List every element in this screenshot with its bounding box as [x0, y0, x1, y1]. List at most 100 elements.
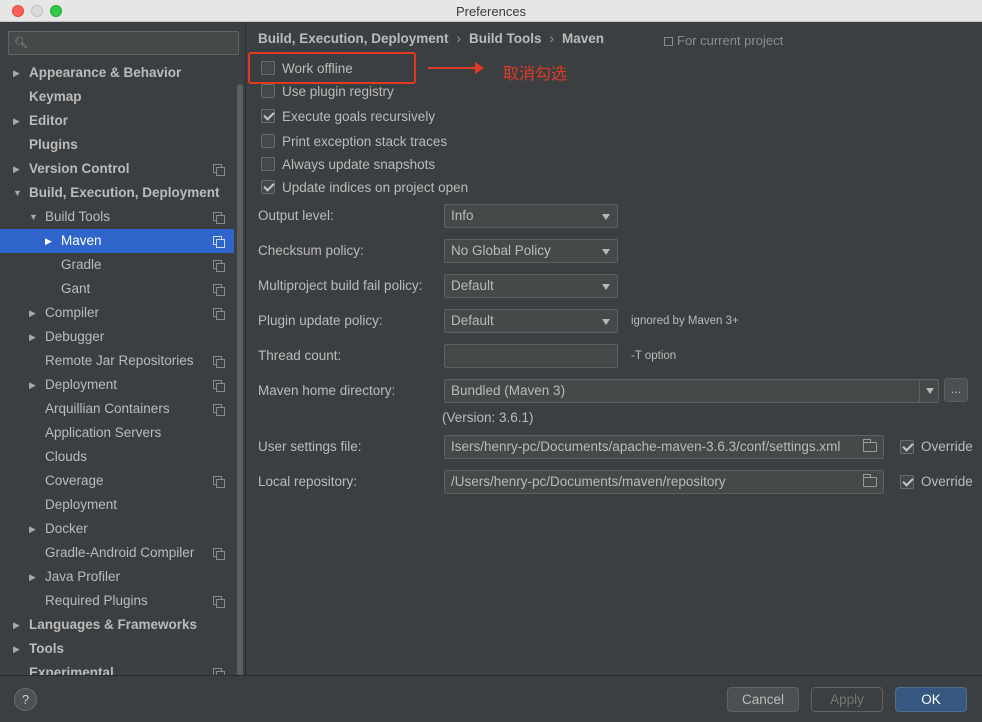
sidebar-item-label: Gradle: [61, 257, 102, 272]
cancel-button[interactable]: Cancel: [727, 687, 799, 712]
sidebar-item[interactable]: ▶ Debugger: [0, 325, 234, 349]
dialog-footer: ? Cancel Apply OK: [0, 675, 982, 722]
folder-icon[interactable]: [863, 439, 877, 452]
sidebar-item[interactable]: Keymap: [0, 85, 234, 109]
plugin-update-policy-select[interactable]: Default: [444, 309, 618, 333]
execute-goals-option[interactable]: Execute goals recursively: [261, 106, 435, 126]
multiproject-policy-value: Default: [451, 278, 494, 293]
sidebar-item-label: Version Control: [29, 161, 130, 176]
expand-right-icon[interactable]: ▶: [29, 565, 36, 589]
sidebar-item[interactable]: ▶ Docker: [0, 517, 234, 541]
project-scope-icon: [213, 404, 225, 416]
work-offline-option[interactable]: Work offline: [261, 58, 353, 78]
sidebar-item[interactable]: Remote Jar Repositories: [0, 349, 234, 373]
sidebar-item[interactable]: Deployment: [0, 493, 234, 517]
sidebar-item[interactable]: ▼ Build, Execution, Deployment: [0, 181, 234, 205]
local-repository-override-checkbox[interactable]: [900, 474, 914, 489]
sidebar-item-label: Maven: [61, 233, 102, 248]
user-settings-value: Isers/henry-pc/Documents/apache-maven-3.…: [451, 439, 841, 454]
search-input[interactable]: 🔍︎: [8, 31, 239, 55]
user-settings-override-checkbox[interactable]: [900, 439, 914, 454]
sidebar-item[interactable]: Gradle-Android Compiler: [0, 541, 234, 565]
sidebar-item-label: Java Profiler: [45, 569, 121, 584]
sidebar-item[interactable]: ▶ Languages & Frameworks: [0, 613, 234, 637]
maven-home-label: Maven home directory:: [258, 383, 396, 398]
work-offline-checkbox[interactable]: [261, 61, 275, 75]
sidebar-item[interactable]: Experimental: [0, 661, 234, 675]
sidebar-item[interactable]: ▶ Appearance & Behavior: [0, 61, 234, 85]
sidebar-item-label: Debugger: [45, 329, 105, 344]
multiproject-policy-select[interactable]: Default: [444, 274, 618, 298]
ok-button[interactable]: OK: [895, 687, 967, 712]
sidebar-item[interactable]: Gant: [0, 277, 234, 301]
sidebar-item-label: Languages & Frameworks: [29, 617, 198, 632]
expand-right-icon[interactable]: ▶: [13, 109, 20, 133]
sidebar-item[interactable]: Arquillian Containers: [0, 397, 234, 421]
expand-right-icon[interactable]: ▶: [13, 157, 20, 181]
checksum-policy-select[interactable]: No Global Policy: [444, 239, 618, 263]
sidebar-item[interactable]: Coverage: [0, 469, 234, 493]
expand-right-icon[interactable]: ▶: [29, 517, 36, 541]
sidebar-item[interactable]: Application Servers: [0, 421, 234, 445]
checksum-policy-label: Checksum policy:: [258, 243, 364, 258]
sidebar-item[interactable]: ▶ Version Control: [0, 157, 234, 181]
breadcrumb-build-tools[interactable]: Build Tools: [469, 31, 542, 46]
use-plugin-registry-option[interactable]: Use plugin registry: [261, 81, 394, 101]
sidebar-item-label: Docker: [45, 521, 88, 536]
maven-home-combo[interactable]: Bundled (Maven 3): [444, 379, 939, 403]
output-level-label: Output level:: [258, 208, 334, 223]
user-settings-override[interactable]: Override: [900, 439, 973, 454]
user-settings-input[interactable]: Isers/henry-pc/Documents/apache-maven-3.…: [444, 435, 884, 459]
sidebar-item[interactable]: Plugins: [0, 133, 234, 157]
sidebar-item[interactable]: Clouds: [0, 445, 234, 469]
expand-right-icon[interactable]: ▶: [45, 229, 52, 253]
maven-home-browse-button[interactable]: ...: [944, 378, 968, 402]
sidebar-item[interactable]: ▶ Editor: [0, 109, 234, 133]
print-exception-label: Print exception stack traces: [282, 133, 448, 149]
breadcrumb-build-execution[interactable]: Build, Execution, Deployment: [258, 31, 449, 46]
sidebar-item[interactable]: ▶ Compiler: [0, 301, 234, 325]
chevron-down-icon: [602, 319, 610, 325]
expand-right-icon[interactable]: ▶: [13, 613, 20, 637]
update-indices-checkbox[interactable]: [261, 180, 275, 194]
always-update-checkbox[interactable]: [261, 157, 275, 171]
breadcrumb-separator: ›: [456, 31, 462, 46]
sidebar-scrollbar[interactable]: [237, 84, 243, 675]
expand-right-icon[interactable]: ▶: [29, 325, 36, 349]
print-exception-checkbox[interactable]: [261, 134, 275, 148]
maven-home-dropdown-button[interactable]: [919, 379, 939, 403]
update-indices-option[interactable]: Update indices on project open: [261, 177, 468, 197]
local-repository-override[interactable]: Override: [900, 474, 973, 489]
always-update-option[interactable]: Always update snapshots: [261, 154, 435, 174]
expand-right-icon[interactable]: ▶: [29, 373, 36, 397]
maven-version-label: (Version: 3.6.1): [442, 410, 534, 425]
expand-down-icon[interactable]: ▼: [29, 205, 38, 229]
output-level-value: Info: [451, 208, 474, 223]
sidebar-item[interactable]: ▼ Build Tools: [0, 205, 234, 229]
expand-down-icon[interactable]: ▼: [13, 181, 22, 205]
sidebar-item[interactable]: ▶ Deployment: [0, 373, 234, 397]
apply-button[interactable]: Apply: [811, 687, 883, 712]
use-plugin-registry-checkbox[interactable]: [261, 84, 275, 98]
thread-count-input[interactable]: [444, 344, 618, 368]
user-settings-label: User settings file:: [258, 439, 362, 454]
sidebar-item[interactable]: ▶ Java Profiler: [0, 565, 234, 589]
update-indices-label: Update indices on project open: [282, 179, 469, 195]
sidebar-item[interactable]: ▶ Tools: [0, 637, 234, 661]
expand-right-icon[interactable]: ▶: [29, 301, 36, 325]
help-button[interactable]: ?: [14, 688, 37, 711]
sidebar-item-label: Coverage: [45, 473, 104, 488]
expand-right-icon[interactable]: ▶: [13, 637, 20, 661]
folder-icon[interactable]: [863, 474, 877, 487]
output-level-select[interactable]: Info: [444, 204, 618, 228]
plugin-update-policy-value: Default: [451, 313, 494, 328]
print-exception-option[interactable]: Print exception stack traces: [261, 131, 447, 151]
sidebar-item[interactable]: Required Plugins: [0, 589, 234, 613]
always-update-label: Always update snapshots: [282, 156, 436, 172]
expand-right-icon[interactable]: ▶: [13, 61, 20, 85]
local-repository-input[interactable]: /Users/henry-pc/Documents/maven/reposito…: [444, 470, 884, 494]
sidebar-item[interactable]: ▶ Maven: [0, 229, 234, 253]
annotation-arrow: [428, 62, 484, 74]
execute-goals-checkbox[interactable]: [261, 109, 275, 123]
sidebar-item[interactable]: Gradle: [0, 253, 234, 277]
